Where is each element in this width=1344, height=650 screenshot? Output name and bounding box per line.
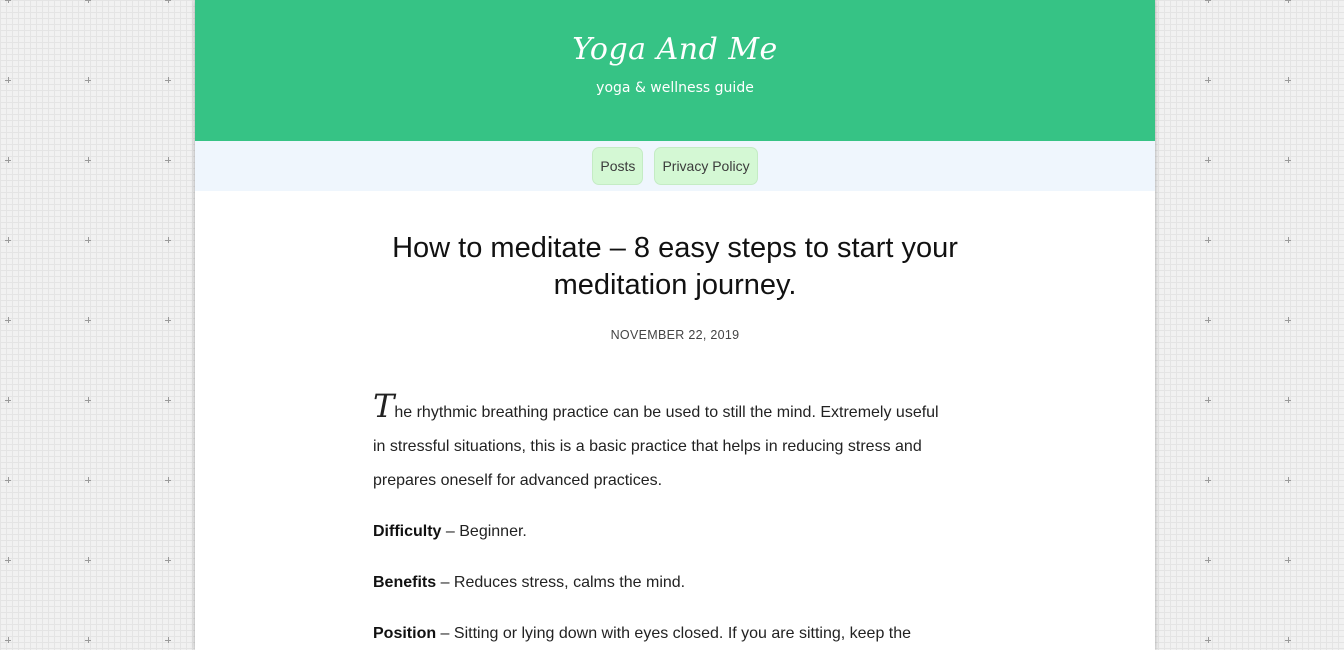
nav-posts-button[interactable]: Posts [592, 147, 644, 185]
benefits-value: – Reduces stress, calms the mind. [436, 574, 686, 591]
position-line: Position – Sitting or lying down with ey… [373, 617, 943, 650]
position-label: Position [373, 625, 437, 642]
site-header: Yoga And Me yoga & wellness guide [195, 0, 1155, 141]
intro-paragraph: The rhythmic breathing practice can be u… [373, 390, 943, 498]
site-title[interactable]: Yoga And Me [195, 0, 1155, 70]
difficulty-value: – Beginner. [441, 523, 527, 540]
post-article: How to meditate – 8 easy steps to start … [373, 230, 977, 650]
post-date: NOVEMBER 22, 2019 [610, 328, 740, 342]
nav-privacy-policy-button[interactable]: Privacy Policy [654, 147, 758, 185]
difficulty-line: Difficulty – Beginner. [373, 515, 943, 549]
position-value: – Sitting or lying down with eyes closed… [436, 625, 912, 642]
blog-page: Yoga And Me yoga & wellness guide Posts … [195, 0, 1155, 650]
main-nav: Posts Privacy Policy [195, 141, 1155, 191]
post-body: The rhythmic breathing practice can be u… [373, 390, 943, 650]
benefits-line: Benefits – Reduces stress, calms the min… [373, 566, 943, 600]
difficulty-label: Difficulty [373, 523, 442, 540]
post-title: How to meditate – 8 easy steps to start … [392, 232, 958, 301]
site-tagline: yoga & wellness guide [596, 80, 754, 96]
intro-text: he rhythmic breathing practice can be us… [373, 404, 939, 489]
drop-cap: T [373, 387, 395, 425]
benefits-label: Benefits [373, 574, 437, 591]
